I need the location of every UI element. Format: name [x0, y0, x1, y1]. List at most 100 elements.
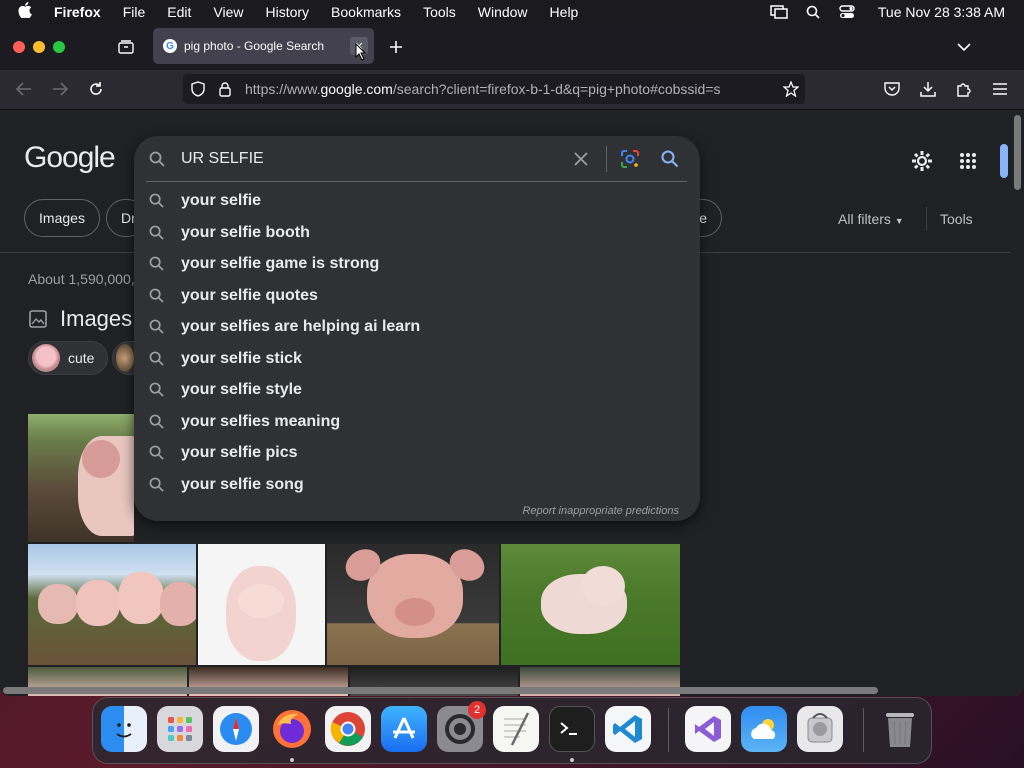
- tab-strip: G pig photo - Google Search ✕: [0, 24, 1024, 70]
- google-apps-grid-icon[interactable]: [956, 149, 980, 173]
- app-store-icon[interactable]: [381, 706, 427, 752]
- menu-history[interactable]: History: [265, 4, 309, 20]
- trash-icon[interactable]: [877, 706, 923, 752]
- pig-photo-3[interactable]: [198, 544, 325, 665]
- safari-icon[interactable]: [213, 706, 259, 752]
- maximize-window-button[interactable]: [53, 41, 65, 53]
- apple-menu-icon[interactable]: [18, 2, 40, 22]
- menu-window[interactable]: Window: [478, 4, 528, 20]
- suggestion-label: your selfies meaning: [181, 413, 341, 430]
- downloads-icon[interactable]: [917, 78, 939, 100]
- vertical-scrollbar[interactable]: [1014, 115, 1021, 190]
- suggestion-item[interactable]: your selfie booth: [134, 218, 700, 248]
- report-predictions-link[interactable]: Report inappropriate predictions: [522, 505, 679, 517]
- firefox-running-indicator: [290, 758, 294, 762]
- menu-view[interactable]: View: [213, 4, 243, 20]
- menu-app-name[interactable]: Firefox: [54, 4, 101, 20]
- suggestion-search-icon: [149, 193, 165, 209]
- url-text: https://www.google.com/search?client=fir…: [245, 81, 721, 97]
- google-lens-icon[interactable]: [620, 149, 640, 174]
- firefox-icon[interactable]: [269, 706, 315, 752]
- control-center-icon[interactable]: [838, 5, 856, 19]
- vscode-icon[interactable]: [605, 706, 651, 752]
- extensions-puzzle-icon[interactable]: [953, 78, 975, 100]
- suggestion-item[interactable]: your selfie pics: [134, 438, 700, 468]
- finder-icon[interactable]: [101, 706, 147, 752]
- suggestion-label: your selfie song: [181, 476, 304, 493]
- account-avatar[interactable]: [1000, 144, 1008, 178]
- menu-clock[interactable]: Tue Nov 28 3:38 AM: [878, 4, 1005, 20]
- url-bar[interactable]: https://www.google.com/search?client=fir…: [183, 74, 805, 104]
- textedit-icon[interactable]: [493, 706, 539, 752]
- settings-gear-icon[interactable]: [910, 149, 934, 173]
- google-logo[interactable]: Google: [24, 141, 116, 175]
- hamburger-menu-icon[interactable]: [989, 78, 1011, 100]
- suggestion-item[interactable]: your selfie quotes: [134, 281, 700, 311]
- clear-search-close-icon[interactable]: [573, 151, 589, 172]
- image-filter-cute[interactable]: cute: [28, 341, 108, 375]
- suggestion-search-icon: [149, 351, 165, 367]
- suggestion-search-icon: [149, 445, 165, 461]
- spotlight-search-icon[interactable]: [804, 5, 822, 19]
- chrome-icon[interactable]: [325, 706, 371, 752]
- menu-bookmarks[interactable]: Bookmarks: [331, 4, 401, 20]
- launchpad-icon[interactable]: [157, 706, 203, 752]
- images-section-icon: [29, 310, 47, 333]
- tab-title: pig photo - Google Search: [184, 39, 325, 53]
- reload-button[interactable]: [85, 78, 107, 100]
- search-input[interactable]: UR SELFIE: [181, 150, 264, 168]
- suggestion-label: your selfie quotes: [181, 287, 318, 304]
- visual-studio-icon[interactable]: [685, 706, 731, 752]
- suggestion-item[interactable]: your selfie style: [134, 375, 700, 405]
- pocket-icon[interactable]: [881, 78, 903, 100]
- suggestion-search-icon: [149, 319, 165, 335]
- back-button[interactable]: [13, 78, 35, 100]
- tab-google-search[interactable]: G pig photo - Google Search ✕: [153, 28, 374, 64]
- terminal-icon[interactable]: [549, 706, 595, 752]
- suggestion-item[interactable]: your selfie game is strong: [134, 249, 700, 279]
- pill-label: cute: [68, 350, 95, 366]
- dock-separator: [863, 708, 864, 752]
- pig-photo-5[interactable]: [501, 544, 680, 665]
- disk-utility-icon[interactable]: [797, 706, 843, 752]
- firefox-view-icon[interactable]: [115, 36, 137, 58]
- horizontal-scrollbar[interactable]: [3, 687, 878, 694]
- menu-help[interactable]: Help: [550, 4, 579, 20]
- screen-mirroring-icon[interactable]: [770, 5, 788, 19]
- search-submit-icon[interactable]: [661, 150, 679, 173]
- tracking-protection-shield-icon[interactable]: [191, 81, 207, 97]
- list-all-tabs-chevron-icon[interactable]: [953, 36, 975, 58]
- suggestion-search-icon: [149, 225, 165, 241]
- chip-images[interactable]: Images: [24, 199, 100, 237]
- suggestion-item[interactable]: your selfie: [134, 186, 700, 216]
- search-icon: [149, 151, 165, 172]
- minimize-window-button[interactable]: [33, 41, 45, 53]
- mouse-cursor-icon: [355, 42, 367, 61]
- suggestion-label: your selfie stick: [181, 350, 302, 367]
- lock-icon[interactable]: [219, 81, 233, 97]
- menu-edit[interactable]: Edit: [167, 4, 191, 20]
- suggestion-item[interactable]: your selfies meaning: [134, 407, 700, 437]
- pig-photo-2[interactable]: [28, 544, 196, 665]
- all-filters-button[interactable]: All filters ▼: [838, 211, 904, 227]
- suggestion-item[interactable]: your selfie stick: [134, 344, 700, 374]
- tools-button[interactable]: Tools: [940, 211, 973, 227]
- suggestion-item[interactable]: your selfies are helping ai learn: [134, 312, 700, 342]
- forward-button[interactable]: [49, 78, 71, 100]
- suggestion-search-icon: [149, 288, 165, 304]
- menu-bar: Firefox File Edit View History Bookmarks…: [0, 0, 1024, 24]
- images-section-title[interactable]: Images: [60, 306, 132, 332]
- navigation-toolbar: https://www.google.com/search?client=fir…: [0, 70, 1024, 110]
- menu-tools[interactable]: Tools: [423, 4, 456, 20]
- menu-file[interactable]: File: [123, 4, 146, 20]
- pig-photo-1[interactable]: [28, 414, 134, 542]
- bookmark-star-icon[interactable]: [783, 81, 799, 97]
- terminal-running-indicator: [570, 758, 574, 762]
- suggestions-separator: [146, 181, 687, 182]
- new-tab-button[interactable]: [385, 36, 407, 58]
- pig-photo-4[interactable]: [327, 544, 499, 665]
- suggestion-item[interactable]: your selfie song: [134, 470, 700, 500]
- dock-separator: [668, 708, 669, 752]
- close-window-button[interactable]: [13, 41, 25, 53]
- weather-icon[interactable]: [741, 706, 787, 752]
